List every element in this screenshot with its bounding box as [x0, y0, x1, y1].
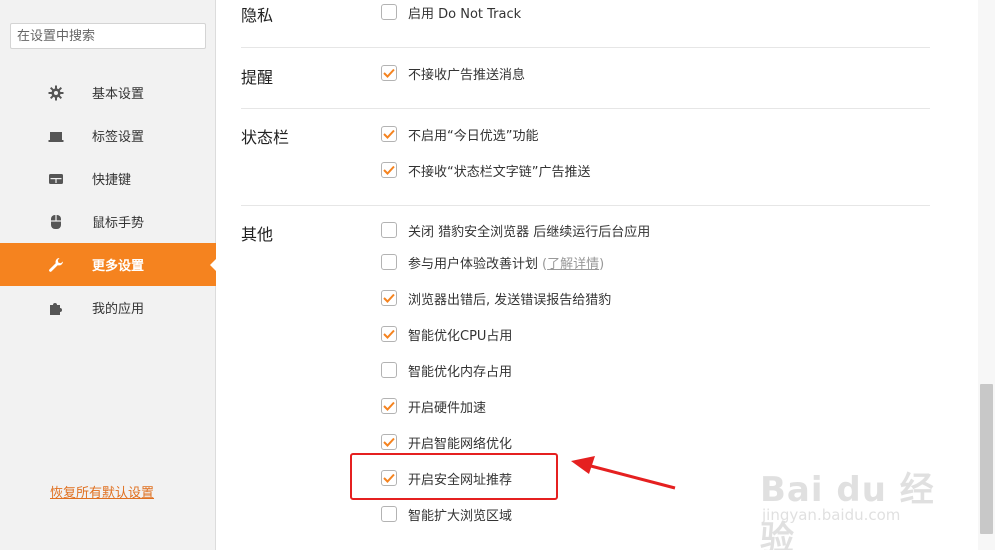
- sidebar-item-label: 鼠标手势: [92, 216, 145, 231]
- option-error-report[interactable]: 浏览器出错后, 发送错误报告给猎豹: [381, 289, 612, 308]
- mouse-icon: [48, 214, 64, 230]
- section-label-statusbar: 状态栏: [241, 128, 290, 147]
- checkbox[interactable]: [381, 162, 397, 178]
- annotation-arrow-icon: [571, 456, 676, 490]
- checkbox[interactable]: [381, 326, 397, 342]
- search-input[interactable]: [10, 23, 206, 49]
- puzzle-icon: [48, 300, 64, 316]
- sidebar-item-label: 基本设置: [92, 87, 145, 102]
- checkbox[interactable]: [381, 126, 397, 142]
- option-label: 参与用户体验改善计划: [408, 256, 539, 272]
- option-network-optimize[interactable]: 开启智能网络优化: [381, 433, 513, 452]
- option-label: 关闭 猎豹安全浏览器 后继续运行后台应用: [408, 224, 651, 240]
- learn-more-wrapper: (了解详情): [542, 256, 605, 272]
- settings-page: 基本设置 标签设置 快捷键 鼠标手势 更多设置: [0, 0, 995, 550]
- option-expand-browse-area[interactable]: 智能扩大浏览区域: [381, 505, 513, 524]
- option-label: 智能优化内存占用: [408, 364, 513, 380]
- sidebar: 基本设置 标签设置 快捷键 鼠标手势 更多设置: [0, 0, 216, 550]
- sidebar-item-mouse-gestures[interactable]: 鼠标手势: [0, 200, 216, 243]
- section-label-reminder: 提醒: [241, 68, 274, 87]
- option-no-statusbar-ads[interactable]: 不接收“状态栏文字链”广告推送: [381, 161, 591, 180]
- sidebar-item-basic[interactable]: 基本设置: [0, 71, 216, 114]
- option-label: 开启智能网络优化: [408, 436, 513, 452]
- option-label: 不接收广告推送消息: [408, 67, 526, 83]
- sidebar-item-label: 更多设置: [92, 259, 145, 274]
- divider: [241, 47, 930, 48]
- option-ux-program[interactable]: 参与用户体验改善计划 (了解详情): [381, 253, 605, 272]
- section-label-privacy: 隐私: [241, 6, 274, 25]
- keyboard-icon: [48, 171, 64, 187]
- option-label: 不启用“今日优选”功能: [408, 128, 539, 144]
- checkbox[interactable]: [381, 290, 397, 306]
- option-disable-daily-picks[interactable]: 不启用“今日优选”功能: [381, 125, 539, 144]
- option-background-apps[interactable]: 关闭 猎豹安全浏览器 后继续运行后台应用: [381, 221, 651, 240]
- sidebar-item-shortcuts[interactable]: 快捷键: [0, 157, 216, 200]
- gear-icon: [48, 85, 64, 101]
- checkbox[interactable]: [381, 222, 397, 238]
- divider: [241, 205, 930, 206]
- option-label: 开启硬件加速: [408, 400, 487, 416]
- divider: [241, 108, 930, 109]
- option-label: 智能扩大浏览区域: [408, 508, 513, 524]
- sidebar-item-label: 标签设置: [92, 130, 145, 145]
- option-hardware-acceleration[interactable]: 开启硬件加速: [381, 397, 487, 416]
- option-no-ad-push[interactable]: 不接收广告推送消息: [381, 64, 526, 83]
- checkbox[interactable]: [381, 362, 397, 378]
- sidebar-item-label: 快捷键: [92, 173, 132, 188]
- wrench-icon: [48, 257, 64, 273]
- sidebar-item-label: 我的应用: [92, 302, 145, 317]
- checkbox[interactable]: [381, 398, 397, 414]
- checkbox[interactable]: [381, 506, 397, 522]
- checkbox[interactable]: [381, 254, 397, 270]
- option-label: 浏览器出错后, 发送错误报告给猎豹: [408, 292, 612, 308]
- option-label: 智能优化CPU占用: [408, 328, 513, 344]
- checkbox[interactable]: [381, 434, 397, 450]
- annotation-highlight-box: [350, 453, 558, 500]
- option-label: 不接收“状态栏文字链”广告推送: [408, 164, 591, 180]
- watermark-logo: Bai du 经验 jingyan.baidu.com: [760, 440, 950, 550]
- checkbox[interactable]: [381, 4, 397, 20]
- option-label: 启用 Do Not Track: [408, 6, 522, 22]
- restore-defaults-link[interactable]: 恢复所有默认设置: [50, 482, 154, 501]
- learn-more-link[interactable]: 了解详情: [547, 257, 599, 272]
- tab-icon: [48, 128, 64, 144]
- sidebar-item-tabs[interactable]: 标签设置: [0, 114, 216, 157]
- section-label-other: 其他: [241, 225, 274, 244]
- checkbox[interactable]: [381, 65, 397, 81]
- scrollbar-thumb[interactable]: [980, 384, 993, 534]
- sidebar-item-more-settings[interactable]: 更多设置: [0, 243, 216, 286]
- option-cpu-optimize[interactable]: 智能优化CPU占用: [381, 325, 513, 344]
- sidebar-item-my-apps[interactable]: 我的应用: [0, 286, 216, 329]
- option-do-not-track[interactable]: 启用 Do Not Track: [381, 3, 522, 22]
- watermark-sub: jingyan.baidu.com: [762, 506, 901, 524]
- option-memory-optimize[interactable]: 智能优化内存占用: [381, 361, 513, 380]
